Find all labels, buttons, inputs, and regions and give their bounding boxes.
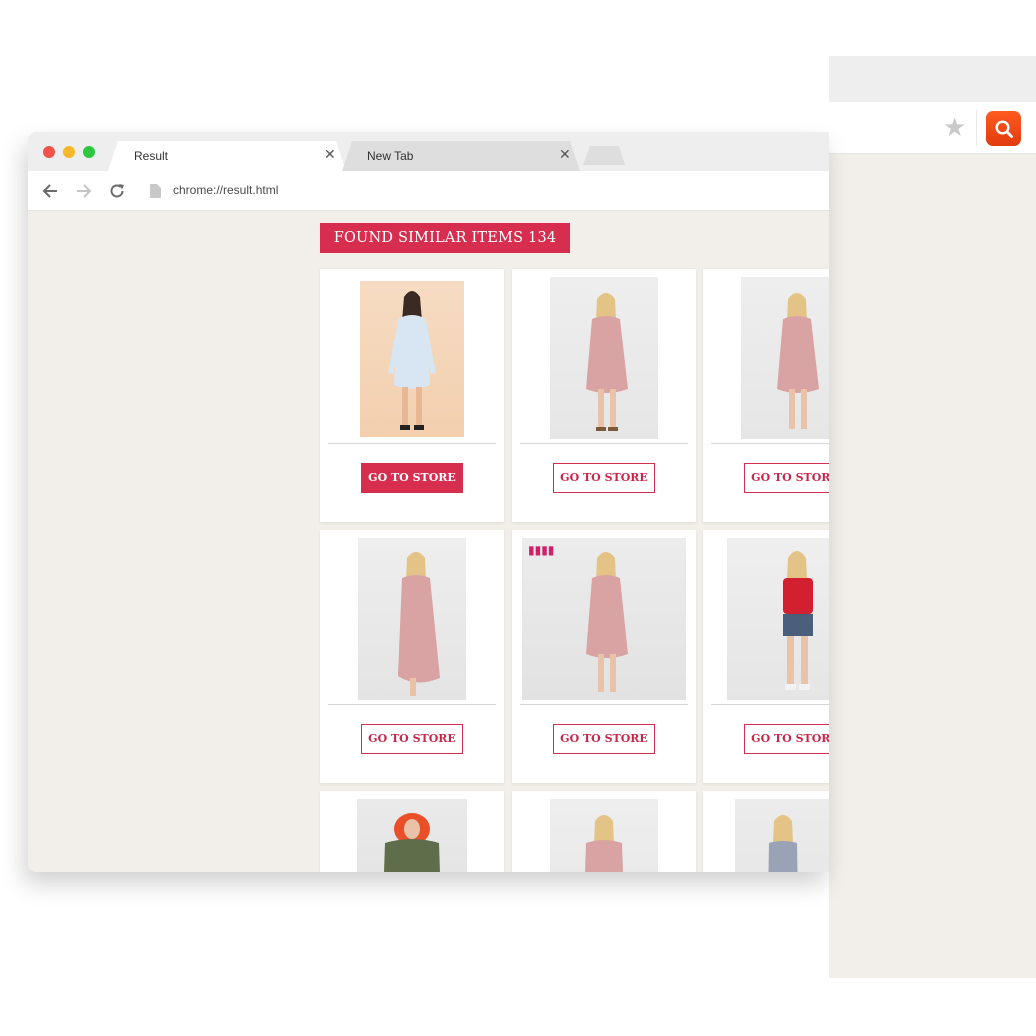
- product-image[interactable]: [550, 277, 658, 439]
- go-to-store-button[interactable]: GO TO STORE: [744, 724, 829, 754]
- svg-text:▮▮▮▮: ▮▮▮▮: [528, 543, 554, 557]
- go-to-store-button[interactable]: GO TO STORE: [553, 724, 655, 754]
- new-tab-button[interactable]: [583, 146, 625, 165]
- model-figure: [585, 815, 623, 872]
- result-page: FOUND SIMILAR ITEMS 134 GO TO STORE GO T…: [28, 211, 829, 872]
- background-tab-strip: [829, 56, 1036, 102]
- product-card: GO TO STORE: [320, 269, 504, 522]
- tab-label: Result: [134, 149, 169, 163]
- reload-icon: [110, 184, 124, 198]
- product-card: [320, 791, 504, 872]
- arrow-left-icon: [42, 184, 57, 198]
- close-icon[interactable]: ✕: [559, 146, 571, 163]
- close-window-button[interactable]: [43, 146, 55, 158]
- found-items-banner: FOUND SIMILAR ITEMS 134: [320, 223, 570, 253]
- toolbar-separator: [976, 110, 977, 146]
- screenshot-stage: ★ Result ✕ New Tab ✕ chrome://result.htm…: [0, 0, 1036, 1036]
- product-card: [512, 791, 696, 872]
- product-card: GO TO STORE: [703, 530, 829, 783]
- product-image[interactable]: [360, 281, 464, 437]
- product-image[interactable]: ▮▮▮▮: [522, 538, 686, 700]
- tab-result[interactable]: Result ✕: [108, 141, 348, 171]
- background-browser-window: ★: [829, 56, 1036, 978]
- product-card: GO TO STORE: [703, 269, 829, 522]
- background-toolbar: ★: [829, 102, 1036, 154]
- reload-button[interactable]: [105, 179, 129, 203]
- model-figure: [586, 293, 628, 431]
- product-card: GO TO STORE: [320, 530, 504, 783]
- tab-new-tab[interactable]: New Tab ✕: [342, 141, 582, 171]
- url-text: chrome://result.html: [173, 183, 279, 197]
- model-figure: [777, 293, 819, 429]
- model-figure: ▮▮▮▮: [528, 543, 628, 692]
- product-image[interactable]: [550, 799, 658, 872]
- product-card: GO TO STORE: [512, 269, 696, 522]
- card-divider: [520, 443, 688, 444]
- card-divider: [711, 443, 829, 444]
- product-card: ▮▮▮▮ GO TO STORE: [512, 530, 696, 783]
- forward-button[interactable]: [72, 179, 96, 203]
- arrow-right-icon: [77, 184, 92, 198]
- card-divider: [328, 704, 496, 705]
- model-figure: [384, 813, 440, 872]
- browser-toolbar: chrome://result.html: [28, 171, 829, 211]
- product-card: [703, 791, 829, 872]
- close-icon[interactable]: ✕: [324, 146, 336, 163]
- search-extension-button[interactable]: [986, 111, 1021, 146]
- go-to-store-button[interactable]: GO TO STORE: [744, 463, 829, 493]
- product-image[interactable]: [741, 277, 829, 439]
- tab-label: New Tab: [367, 149, 414, 163]
- model-figure: [783, 551, 813, 690]
- product-image[interactable]: [358, 538, 466, 700]
- model-figure: [388, 291, 436, 430]
- go-to-store-button[interactable]: GO TO STORE: [361, 724, 463, 754]
- go-to-store-button[interactable]: GO TO STORE: [553, 463, 655, 493]
- product-image[interactable]: [357, 799, 467, 872]
- back-button[interactable]: [38, 179, 62, 203]
- go-to-store-button[interactable]: GO TO STORE: [361, 463, 463, 493]
- card-divider: [711, 704, 829, 705]
- product-image[interactable]: [735, 799, 829, 872]
- model-figure: [398, 552, 440, 696]
- tab-strip: Result ✕ New Tab ✕: [28, 132, 829, 171]
- model-figure: [768, 815, 798, 872]
- product-image[interactable]: [727, 538, 829, 700]
- address-bar[interactable]: chrome://result.html: [143, 176, 829, 206]
- page-icon: [150, 184, 161, 198]
- card-divider: [328, 443, 496, 444]
- search-icon: [994, 119, 1013, 138]
- maximize-window-button[interactable]: [83, 146, 95, 158]
- star-icon[interactable]: ★: [943, 112, 966, 142]
- minimize-window-button[interactable]: [63, 146, 75, 158]
- card-divider: [520, 704, 688, 705]
- browser-window: Result ✕ New Tab ✕ chrome://result.html …: [28, 132, 829, 872]
